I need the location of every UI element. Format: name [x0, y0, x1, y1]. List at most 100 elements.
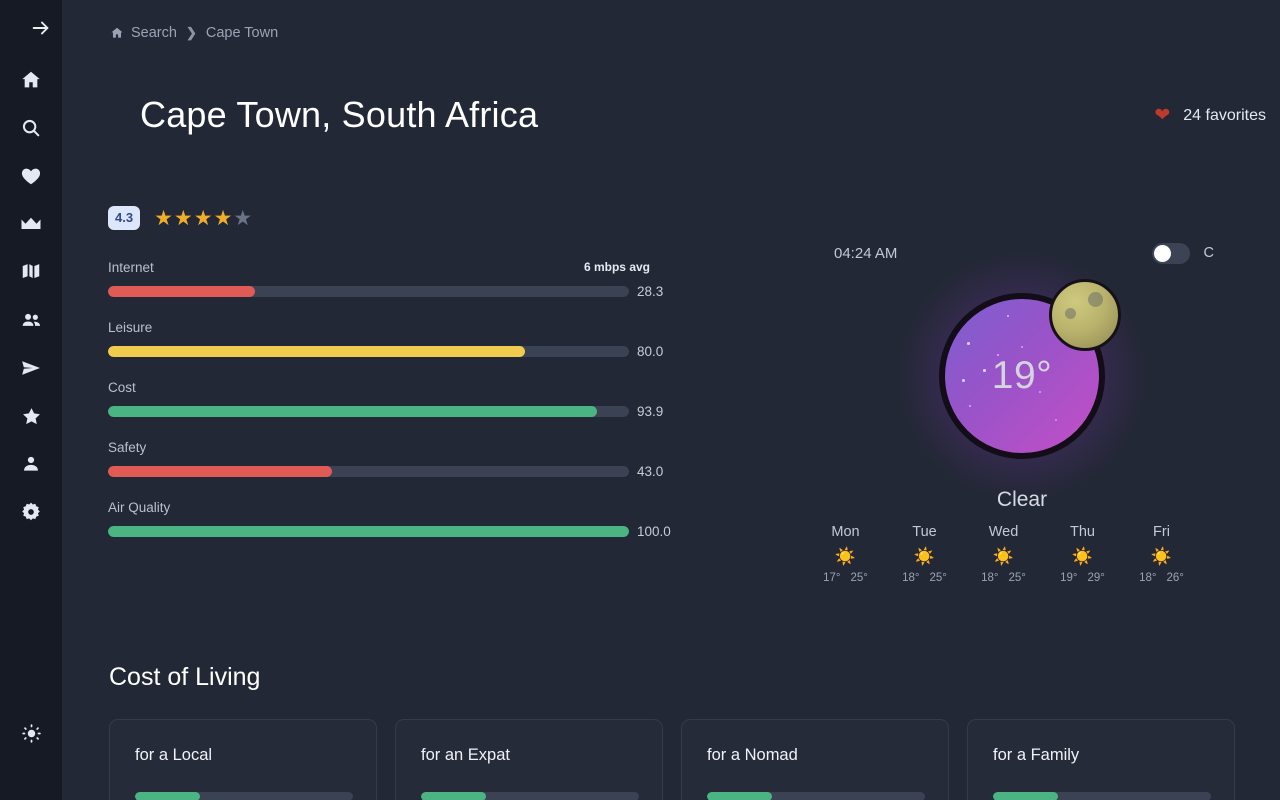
sidebar-item-saved[interactable]: [0, 392, 62, 440]
cost-of-living-card-fill: [421, 792, 487, 800]
cost-of-living-title: Cost of Living: [109, 663, 261, 691]
forecast-low: 17°: [823, 572, 841, 584]
weather-globe[interactable]: 19°: [939, 279, 1121, 459]
main-content: Search ❯ Cape Town Cape Town, South Afri…: [62, 0, 1280, 800]
metric-label: Leisure: [108, 320, 153, 335]
forecast-temps: 17° 25°: [806, 572, 885, 584]
unit-switch-group: C: [1151, 242, 1272, 264]
metric-value: 28.3: [637, 284, 664, 299]
sun-icon: ☀️: [992, 547, 1015, 566]
sidebar: [0, 0, 62, 800]
cost-of-living-card-bar: [993, 792, 1211, 800]
metric-value: 93.9: [637, 404, 664, 419]
star-filled-icon[interactable]: ★: [214, 208, 233, 229]
metric-bar-track[interactable]: [108, 466, 629, 477]
forecast-day-name: Wed: [988, 524, 1019, 540]
metric-label: Cost: [108, 380, 136, 395]
forecast-temps: 18° 26°: [1122, 572, 1201, 584]
metric-bar-track[interactable]: [108, 406, 629, 417]
breadcrumb-item-city[interactable]: Cape Town: [206, 25, 278, 41]
star-filled-icon[interactable]: ★: [174, 208, 193, 229]
search-icon: [22, 119, 40, 137]
forecast-day[interactable]: Thu ☀️ 19° 29°: [1043, 524, 1122, 584]
arrow-right-icon: [32, 21, 49, 35]
cost-of-living-card[interactable]: for an Expat: [395, 719, 663, 800]
star-filled-icon[interactable]: ★: [194, 208, 213, 229]
sun-icon: ☀️: [834, 547, 857, 566]
cost-of-living-card-title: for a Local: [135, 746, 213, 764]
forecast-day[interactable]: Fri ☀️ 18° 26°: [1122, 524, 1201, 584]
forecast-day-name: Tue: [912, 524, 937, 540]
forecast-day[interactable]: Mon ☀️ 17° 25°: [806, 524, 885, 584]
forecast-high: 26°: [1166, 572, 1184, 584]
sidebar-expand-button[interactable]: [0, 0, 62, 56]
cost-of-living-card-fill: [993, 792, 1059, 800]
forecast-day-name: Thu: [1070, 524, 1095, 540]
cost-of-living-card[interactable]: for a Local: [109, 719, 377, 800]
temperature-unit-toggle[interactable]: [1151, 242, 1190, 264]
sidebar-item-profile[interactable]: [0, 440, 62, 488]
cost-of-living-card-title: for a Family: [993, 746, 1080, 764]
forecast-low: 18°: [981, 572, 999, 584]
send-icon: [22, 361, 40, 375]
cost-of-living-card-title: for a Nomad: [707, 746, 798, 764]
star-filled-icon[interactable]: ★: [154, 208, 173, 229]
forecast-temps: 18° 25°: [964, 572, 1043, 584]
crown-icon: [21, 217, 41, 229]
forecast-day-name: Mon: [831, 524, 860, 540]
metric-bar-track[interactable]: [108, 286, 629, 297]
star-empty-icon[interactable]: ★: [233, 208, 252, 229]
metric-bar-line: 80.0: [108, 344, 692, 359]
chevron-right-icon: ❯: [185, 25, 197, 40]
forecast-day[interactable]: Wed ☀️ 18° 25°: [964, 524, 1043, 584]
sidebar-item-favorites[interactable]: [0, 152, 62, 200]
sidebar-item-search[interactable]: [0, 104, 62, 152]
toggle-knob: [1153, 244, 1171, 262]
cost-of-living-card[interactable]: for a Family: [967, 719, 1235, 800]
heart-icon: ❤: [1154, 105, 1171, 126]
forecast-high: 29°: [1087, 572, 1105, 584]
cost-of-living-card-bar: [707, 792, 925, 800]
local-time: 04:24 AM: [834, 244, 898, 262]
metric-bar-fill: [108, 466, 333, 477]
weather-panel: 04:24 AM C 19° Clear: [772, 238, 1272, 512]
weather-header: 04:24 AM C: [772, 238, 1272, 268]
forecast-day[interactable]: Tue ☀️ 18° 25°: [885, 524, 964, 584]
cost-of-living-card-bar: [135, 792, 353, 800]
gear-icon: [22, 502, 40, 521]
forecast-low: 18°: [1139, 572, 1157, 584]
sidebar-item-trips[interactable]: [0, 344, 62, 392]
sidebar-item-community[interactable]: [0, 296, 62, 344]
home-icon: [22, 71, 40, 88]
map-icon: [22, 264, 40, 279]
forecast-high: 25°: [1008, 572, 1026, 584]
heart-icon: [21, 168, 41, 185]
sidebar-item-map[interactable]: [0, 248, 62, 296]
forecast-low: 19°: [1060, 572, 1078, 584]
cost-of-living-card[interactable]: for a Nomad: [681, 719, 949, 800]
cost-of-living-card-fill: [135, 792, 201, 800]
sidebar-item-settings[interactable]: [0, 488, 62, 536]
sidebar-item-premium[interactable]: [0, 200, 62, 248]
metric-bar-track[interactable]: [108, 346, 629, 357]
forecast-temps: 18° 25°: [885, 572, 964, 584]
forecast-strip: Mon ☀️ 17° 25° Tue ☀️ 18° 25° Wed ☀️ 18° 25° Thu ☀️ 19…: [806, 524, 1201, 584]
breadcrumb: Search ❯ Cape Town: [110, 25, 278, 41]
metric-label: Air Quality: [108, 500, 171, 515]
page-title: Cape Town, South Africa: [140, 94, 539, 135]
metric-row: Safety 43.0: [108, 440, 692, 479]
theme-toggle-button[interactable]: [0, 712, 62, 754]
metric-bar-fill: [108, 346, 525, 357]
breadcrumb-item-search[interactable]: Search: [110, 25, 177, 41]
forecast-high: 25°: [929, 572, 947, 584]
forecast-temps: 19° 29°: [1043, 572, 1122, 584]
metric-bar-line: 28.3: [108, 284, 692, 299]
metric-bar-track[interactable]: [108, 526, 629, 537]
favorites-count-label: 24 favorites: [1183, 106, 1266, 124]
rating-row: 4.3 ★ ★ ★ ★ ★: [108, 206, 252, 230]
sun-icon: [21, 723, 41, 743]
metrics-list: Internet 6 mbps avg 28.3 Leisure 80.0 Cost 93.…: [108, 260, 692, 560]
favorites-counter[interactable]: ❤ 24 favorites: [1154, 106, 1266, 125]
metric-value: 80.0: [637, 344, 664, 359]
sidebar-item-home[interactable]: [0, 56, 62, 104]
